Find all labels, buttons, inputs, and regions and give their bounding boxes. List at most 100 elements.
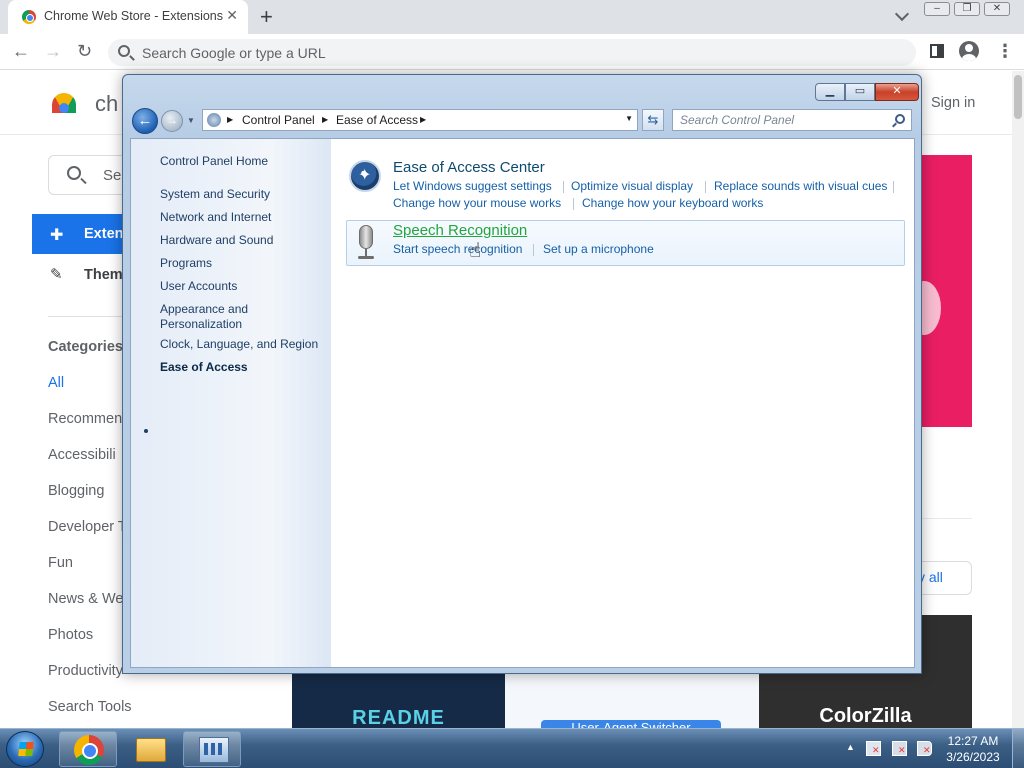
control-panel-icon <box>207 113 221 127</box>
tab-search-chevron-icon[interactable] <box>894 6 910 22</box>
omnibox[interactable]: Search Google or type a URL <box>108 39 916 66</box>
keyboard-works-link[interactable]: Change how your keyboard works <box>582 196 763 210</box>
cp-close-button[interactable]: ✕ <box>875 83 919 101</box>
tile-label: ColorZilla <box>819 705 912 727</box>
chrome-tab[interactable]: Chrome Web Store - Extensions ✕ <box>8 0 248 34</box>
breadcrumb-arrow-icon[interactable]: ▶ <box>227 113 233 127</box>
side-panel-icon[interactable] <box>930 44 944 58</box>
separator <box>533 244 534 256</box>
nav-user-accounts[interactable]: User Accounts <box>160 279 237 294</box>
omnibox-placeholder: Search Google or type a URL <box>142 45 326 61</box>
reload-icon[interactable]: ↻ <box>77 41 92 62</box>
cp-search-placeholder: Search Control Panel <box>680 113 795 127</box>
start-speech-recognition-link[interactable]: Start speech recognition <box>393 242 522 256</box>
taskbar-chrome-button[interactable] <box>59 731 117 767</box>
nav-appearance-line1[interactable]: Appearance and <box>160 302 248 317</box>
breadcrumb-control-panel[interactable]: Control Panel <box>242 113 315 127</box>
breadcrumb-arrow-icon[interactable]: ▶ <box>322 113 328 127</box>
current-item-bullet-icon <box>144 429 148 433</box>
chrome-minimize-button[interactable]: – <box>924 2 950 16</box>
taskbar-control-panel-button[interactable] <box>183 731 241 767</box>
chrome-close-button[interactable]: ✕ <box>984 2 1010 16</box>
separator <box>573 198 574 210</box>
category-all[interactable]: All <box>48 375 64 391</box>
sign-in-link[interactable]: Sign in <box>931 95 975 111</box>
nav-network-and-internet[interactable]: Network and Internet <box>160 210 271 225</box>
separator <box>563 181 564 193</box>
address-bar[interactable]: ▶ Control Panel ▶ Ease of Access ▶ ▼ <box>202 109 638 131</box>
control-panel-icon <box>199 737 229 763</box>
tab-title: Chrome Web Store - Extensions <box>44 9 224 23</box>
page-scrollbar[interactable] <box>1012 71 1024 728</box>
recent-pages-chevron-icon[interactable]: ▼ <box>187 116 195 125</box>
chrome-favicon-icon <box>22 10 36 24</box>
let-windows-suggest-link[interactable]: Let Windows suggest settings <box>393 179 552 193</box>
nav-themes[interactable]: Them <box>84 267 123 283</box>
volume-icon[interactable] <box>917 741 932 756</box>
tile-label: README <box>352 707 445 728</box>
menu-icon[interactable]: ⋮ <box>996 41 1014 62</box>
control-panel-window: ▁ ▭ ✕ ← → ▼ ▶ Control Panel ▶ Ease of Ac… <box>122 74 922 674</box>
category-blogging[interactable]: Blogging <box>48 483 104 499</box>
cp-content: Control Panel Home System and Security N… <box>130 138 915 668</box>
category-developer-tools[interactable]: Developer T <box>48 519 127 535</box>
cp-minimize-button[interactable]: ▁ <box>815 83 845 101</box>
scrollbar-thumb[interactable] <box>1014 75 1022 119</box>
category-productivity[interactable]: Productivity <box>48 663 123 679</box>
chrome-icon <box>74 735 104 765</box>
back-icon[interactable]: ← <box>132 108 158 134</box>
search-icon <box>67 166 81 180</box>
microphone-base <box>358 256 374 259</box>
optimize-visual-display-link[interactable]: Optimize visual display <box>571 179 693 193</box>
chrome-toolbar: ← → ↻ Search Google or type a URL ⋮ <box>0 34 1024 70</box>
breadcrumb-ease-of-access[interactable]: Ease of Access <box>336 113 418 127</box>
nav-appearance-line2[interactable]: Personalization <box>160 317 242 332</box>
address-dropdown-icon[interactable]: ▼ <box>625 114 633 123</box>
cp-maximize-button[interactable]: ▭ <box>845 83 875 101</box>
forward-icon[interactable]: → <box>161 110 183 132</box>
profile-icon[interactable] <box>959 41 979 61</box>
explorer-icon <box>136 738 166 762</box>
ease-of-access-center-link[interactable]: Ease of Access Center <box>393 159 545 176</box>
search-icon[interactable] <box>895 114 905 124</box>
category-search-tools[interactable]: Search Tools <box>48 699 132 715</box>
clock-date[interactable]: 3/26/2023 <box>942 750 1004 764</box>
mouse-works-link[interactable]: Change how your mouse works <box>393 196 561 210</box>
category-fun[interactable]: Fun <box>48 555 73 571</box>
replace-sounds-link[interactable]: Replace sounds with visual cues <box>714 179 887 193</box>
chrome-restore-button[interactable]: ❐ <box>954 2 980 16</box>
nav-programs[interactable]: Programs <box>160 256 212 271</box>
show-desktop-button[interactable] <box>1012 729 1024 768</box>
chrome-tab-strip: Chrome Web Store - Extensions ✕ + – ❐ ✕ <box>0 0 1024 34</box>
separator <box>705 181 706 193</box>
category-news-weather[interactable]: News & We <box>48 591 123 607</box>
set-up-microphone-link[interactable]: Set up a microphone <box>543 242 654 256</box>
nav-system-and-security[interactable]: System and Security <box>160 187 270 202</box>
search-icon <box>118 45 130 57</box>
show-hidden-icons-icon[interactable]: ▲ <box>846 742 855 752</box>
nav-control-panel-home[interactable]: Control Panel Home <box>160 154 268 169</box>
nav-clock-language-region[interactable]: Clock, Language, and Region <box>160 337 318 352</box>
nav-ease-of-access[interactable]: Ease of Access <box>160 360 248 375</box>
network-icon[interactable] <box>892 741 907 756</box>
category-photos[interactable]: Photos <box>48 627 93 643</box>
tile-label: User-Agent Switcher <box>541 720 721 728</box>
ease-of-access-icon <box>349 160 381 192</box>
clock-time[interactable]: 12:27 AM <box>946 734 1000 748</box>
action-center-icon[interactable] <box>866 741 881 756</box>
refresh-icon[interactable]: ⇆ <box>642 109 664 131</box>
cp-search-input[interactable]: Search Control Panel <box>672 109 912 131</box>
back-icon[interactable]: ← <box>12 41 30 62</box>
taskbar-explorer-button[interactable] <box>121 731 179 767</box>
nav-hardware-and-sound[interactable]: Hardware and Sound <box>160 233 273 248</box>
category-recommended[interactable]: Recommen <box>48 411 122 427</box>
category-accessibility[interactable]: Accessibili <box>48 447 116 463</box>
tab-close-icon[interactable]: ✕ <box>226 7 238 24</box>
forward-icon[interactable]: → <box>44 41 62 62</box>
new-tab-icon[interactable]: + <box>260 4 273 30</box>
speech-recognition-link[interactable]: Speech Recognition <box>393 222 527 239</box>
webstore-logo-icon[interactable] <box>52 93 76 113</box>
hand-cursor-icon: ☝ <box>469 240 482 262</box>
breadcrumb-arrow-icon[interactable]: ▶ <box>420 113 426 127</box>
start-button[interactable] <box>6 731 44 767</box>
